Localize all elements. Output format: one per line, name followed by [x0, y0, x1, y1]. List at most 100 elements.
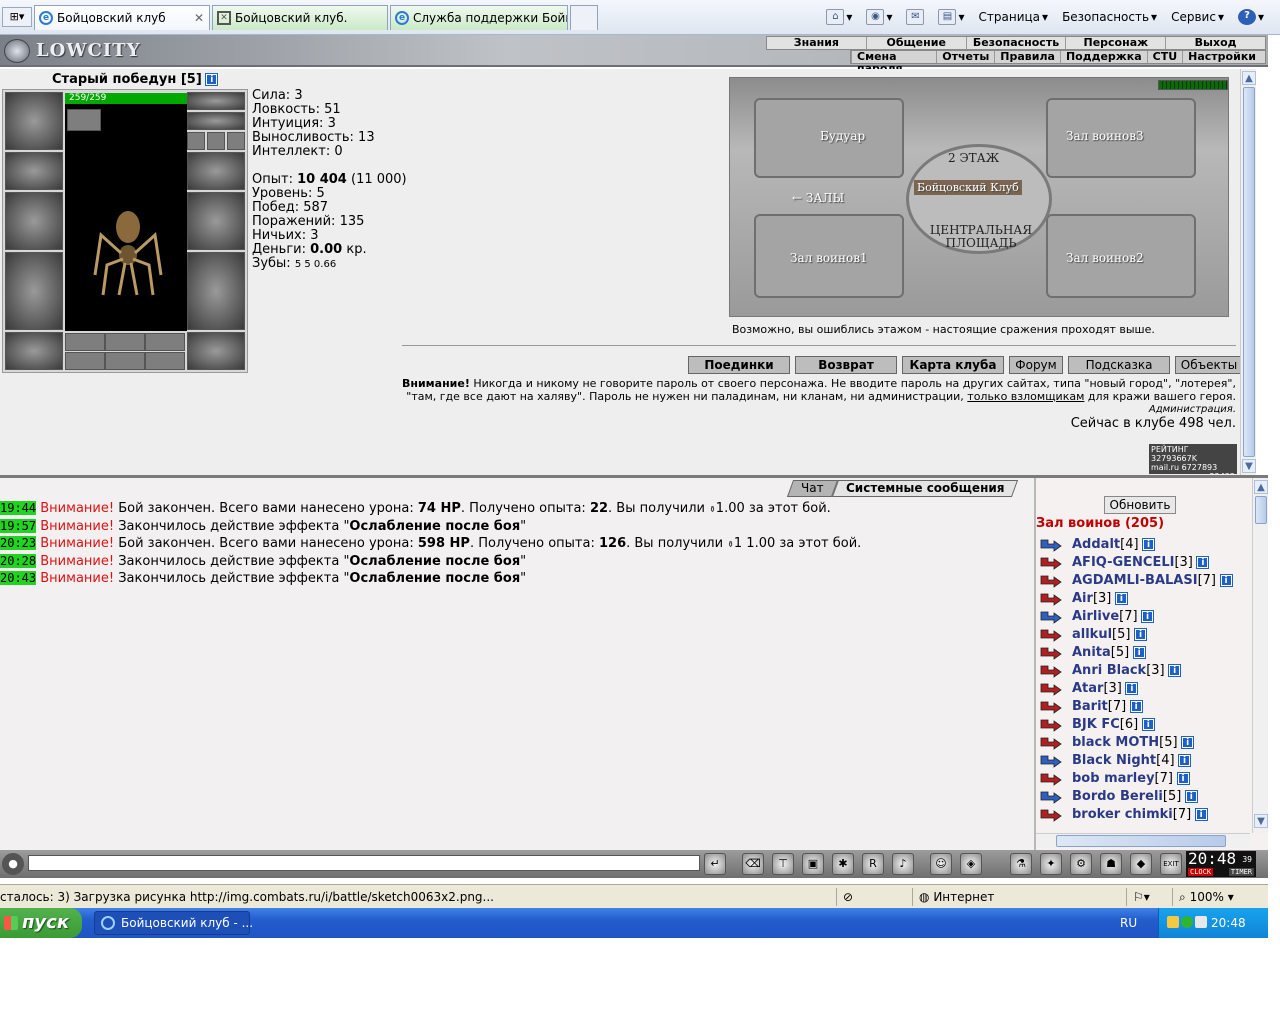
- scroll-down-icon[interactable]: ▼: [1254, 814, 1268, 828]
- zoom-control[interactable]: ⌕ 100% ▾: [1172, 888, 1262, 906]
- message-time[interactable]: 19:44: [0, 501, 37, 515]
- pants-slot[interactable]: [187, 252, 245, 330]
- info-icon[interactable]: i: [1196, 556, 1210, 569]
- user-list-item[interactable]: broker chimki[7] i: [1036, 806, 1250, 824]
- user-list-item[interactable]: bob marley[7] i: [1036, 770, 1250, 788]
- new-tab-button[interactable]: [570, 5, 598, 30]
- menu-character[interactable]: Персонаж: [1066, 37, 1167, 49]
- feeds-button[interactable]: ◉ ▾: [862, 9, 896, 25]
- info-icon[interactable]: i: [205, 73, 219, 86]
- page-menu[interactable]: Страница ▾: [975, 10, 1053, 24]
- submenu-settings[interactable]: Настройки: [1182, 51, 1261, 63]
- start-button[interactable]: пуск: [0, 908, 82, 938]
- close-tab-icon[interactable]: ✕: [194, 6, 204, 30]
- hackers-link[interactable]: только взломщикам: [967, 390, 1084, 403]
- treasure-icon[interactable]: ✦: [1040, 853, 1062, 875]
- browser-tab-2[interactable]: ✕ Бойцовский клуб.: [212, 5, 388, 30]
- exit-icon[interactable]: EXIT: [1160, 853, 1182, 875]
- weapon-left-slot[interactable]: [5, 192, 63, 250]
- eraser-icon[interactable]: ⌫: [742, 853, 764, 875]
- ring-slot-2[interactable]: [105, 333, 145, 351]
- user-name[interactable]: Black Night[4] i: [1072, 752, 1192, 770]
- info-icon[interactable]: i: [1142, 538, 1156, 551]
- network-icon[interactable]: [1167, 916, 1179, 928]
- forum-button[interactable]: Форум: [1009, 356, 1063, 374]
- clans-icon[interactable]: ◈: [960, 853, 982, 875]
- ring-slot-c[interactable]: [227, 132, 245, 150]
- user-name[interactable]: Addalt[4] i: [1072, 536, 1156, 554]
- scroll-up-icon[interactable]: ▲: [1254, 480, 1268, 494]
- user-name[interactable]: Barit[7] i: [1072, 698, 1143, 716]
- smile-icon[interactable]: ☺: [930, 853, 952, 875]
- menu-exit[interactable]: Выход: [1166, 37, 1265, 49]
- pocket-slot-2[interactable]: [105, 352, 145, 370]
- clock-label[interactable]: CLOCK: [1188, 868, 1214, 876]
- info-icon[interactable]: i: [1178, 754, 1192, 767]
- user-list-item[interactable]: AFIQ-GENCELI[3] i: [1036, 554, 1250, 572]
- send-icon[interactable]: ↵: [704, 853, 726, 875]
- menu-knowledge[interactable]: Знания: [767, 37, 867, 49]
- message-time[interactable]: 20:23: [0, 536, 37, 550]
- return-button[interactable]: Возврат: [795, 356, 897, 374]
- user-name[interactable]: AFIQ-GENCELI[3] i: [1072, 554, 1210, 572]
- info-icon[interactable]: i: [1181, 736, 1195, 749]
- scroll-thumb[interactable]: [1255, 496, 1267, 524]
- info-icon[interactable]: i: [1168, 664, 1182, 677]
- browser-tab-1[interactable]: e Бойцовский клуб ✕: [34, 5, 210, 30]
- user-list-item[interactable]: Airlive[7] i: [1036, 608, 1250, 626]
- popup-blocker-icon[interactable]: ⊘: [836, 888, 906, 906]
- belt-slot[interactable]: [5, 332, 63, 370]
- print-button[interactable]: ▤ ▾: [934, 9, 968, 25]
- translit-icon[interactable]: R: [862, 853, 884, 875]
- ring-slot-1[interactable]: [65, 333, 105, 351]
- volume-icon[interactable]: [1195, 916, 1207, 928]
- user-list-item[interactable]: black MOTH[5] i: [1036, 734, 1250, 752]
- save-icon[interactable]: ▣: [802, 853, 824, 875]
- menu-security[interactable]: Безопасность: [967, 37, 1067, 49]
- user-list-scrollbar[interactable]: ▲ ▼: [1252, 478, 1268, 833]
- timer-label[interactable]: TIMER: [1228, 868, 1254, 876]
- tab-chat[interactable]: Чат: [786, 480, 838, 497]
- top-scrollbar[interactable]: ▲ ▼: [1240, 69, 1256, 475]
- browser-tab-3[interactable]: e Служба поддержки Бойцов…: [390, 5, 568, 30]
- armor-slot[interactable]: [5, 252, 63, 330]
- user-list-item[interactable]: allkul[5] i: [1036, 626, 1250, 644]
- game-logo[interactable]: LOWCITY: [2, 37, 140, 65]
- user-list-item[interactable]: BJK FC[6] i: [1036, 716, 1250, 734]
- protected-mode-icon[interactable]: ⚐▾: [1126, 888, 1166, 906]
- filter-icon[interactable]: ⊤: [772, 853, 794, 875]
- info-icon[interactable]: i: [1219, 574, 1233, 587]
- info-icon[interactable]: i: [1141, 718, 1155, 731]
- helmet-slot[interactable]: [5, 92, 63, 150]
- chat-input[interactable]: [28, 855, 700, 871]
- user-name[interactable]: Atar[3] i: [1072, 680, 1139, 698]
- mail-button[interactable]: ✉: [902, 9, 928, 25]
- info-icon[interactable]: i: [1132, 646, 1146, 659]
- scroll-thumb[interactable]: [1243, 87, 1255, 457]
- user-list-item[interactable]: Anri Black[3] i: [1036, 662, 1250, 680]
- info-icon[interactable]: i: [1141, 610, 1155, 623]
- language-indicator[interactable]: RU: [1120, 908, 1137, 938]
- amulet-slot[interactable]: [187, 112, 245, 130]
- weapon-right-slot[interactable]: [187, 192, 245, 250]
- user-name[interactable]: Air[3] i: [1072, 590, 1128, 608]
- club-map-button[interactable]: Карта клуба: [902, 356, 1004, 374]
- submenu-change-password[interactable]: Смена пароля: [851, 51, 936, 75]
- antivirus-icon[interactable]: [1181, 916, 1193, 928]
- user-name[interactable]: Airlive[7] i: [1072, 608, 1155, 626]
- objects-button[interactable]: Объекты: [1175, 356, 1243, 374]
- ring-slot-a[interactable]: [187, 132, 205, 150]
- bracers-slot[interactable]: [5, 152, 63, 190]
- user-name[interactable]: Anita[5] i: [1072, 644, 1146, 662]
- user-name[interactable]: AGDAMLI-BALASI[7] i: [1072, 572, 1233, 590]
- effect-icon[interactable]: [67, 109, 101, 131]
- menu-communication[interactable]: Общение: [867, 37, 967, 49]
- pocket-slot-1[interactable]: [65, 352, 105, 370]
- safety-menu[interactable]: Безопасность ▾: [1058, 10, 1161, 24]
- ring-slot-b[interactable]: [207, 132, 225, 150]
- skills-icon[interactable]: ⚙: [1070, 853, 1092, 875]
- user-list-item[interactable]: Atar[3] i: [1036, 680, 1250, 698]
- sound-icon[interactable]: ♪: [892, 853, 914, 875]
- user-name[interactable]: broker chimki[7] i: [1072, 806, 1208, 824]
- info-icon[interactable]: i: [1176, 772, 1190, 785]
